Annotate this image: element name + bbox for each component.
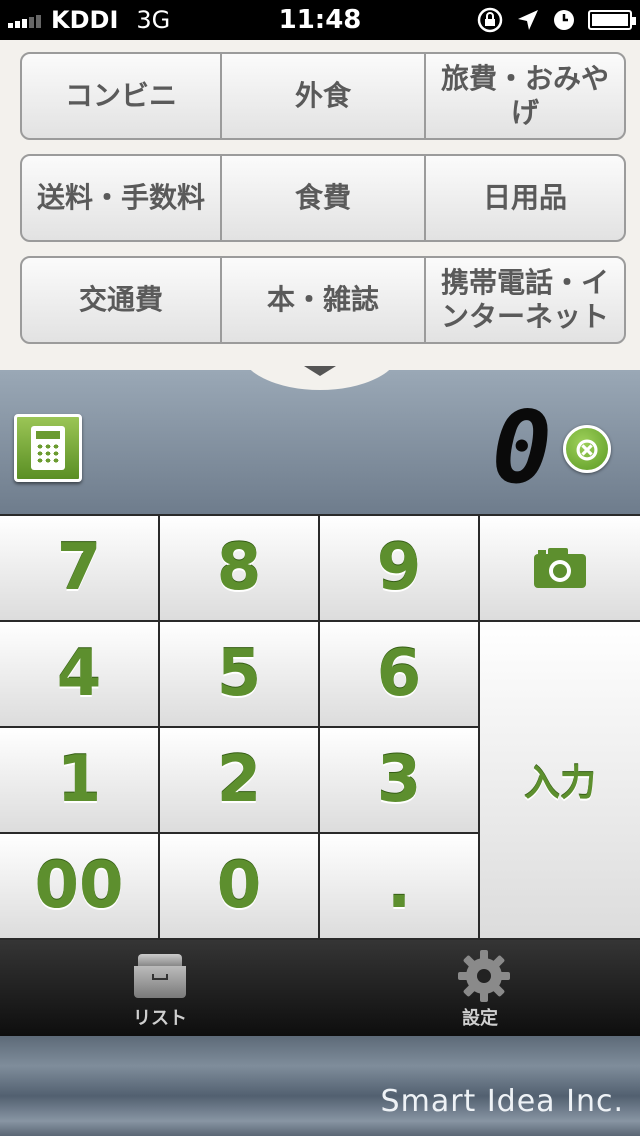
gear-icon	[458, 950, 510, 1002]
alarm-icon	[552, 8, 576, 32]
company-name: Smart Idea Inc.	[380, 1084, 624, 1119]
key-5[interactable]: 5	[160, 622, 318, 726]
key-2[interactable]: 2	[160, 728, 318, 832]
key-4[interactable]: 4	[0, 622, 158, 726]
tab-list-label: リスト	[133, 1008, 187, 1029]
key-6[interactable]: 6	[320, 622, 478, 726]
category-button-daily-goods[interactable]: 日用品	[426, 156, 624, 240]
clear-button[interactable]: ⊗	[563, 425, 611, 473]
key-0[interactable]: 0	[160, 834, 318, 938]
amount-value: 0	[491, 389, 552, 506]
key-00[interactable]: 00	[0, 834, 158, 938]
category-button-dining-out[interactable]: 外食	[222, 54, 426, 138]
tab-settings-label: 設定	[462, 1008, 498, 1029]
keypad: 7 8 9 4 5 6 1 2 3 00 0 . 入力	[0, 514, 640, 940]
calculator-icon[interactable]	[14, 414, 82, 482]
status-bar: KDDI 3G 11:48	[0, 0, 640, 40]
category-button-travel-souvenirs[interactable]: 旅費・おみやげ	[426, 54, 624, 138]
category-button-food[interactable]: 食費	[222, 156, 426, 240]
key-7[interactable]: 7	[0, 516, 158, 620]
footer-banner: Smart Idea Inc.	[0, 1036, 640, 1136]
category-button-shipping-fees[interactable]: 送料・手数料	[22, 156, 222, 240]
category-panel: コンビニ 外食 旅費・おみやげ 送料・手数料 食費 日用品 交通費 本・雑誌 携…	[0, 40, 640, 370]
key-decimal[interactable]: .	[320, 834, 478, 938]
category-row-1: コンビニ 外食 旅費・おみやげ	[20, 52, 626, 140]
drawer-icon	[134, 954, 186, 998]
tab-list[interactable]: リスト	[0, 940, 320, 1036]
tab-bar: リスト 設定	[0, 940, 640, 1036]
category-button-transportation[interactable]: 交通費	[22, 258, 222, 342]
category-button-convenience-store[interactable]: コンビニ	[22, 54, 222, 138]
location-icon	[516, 8, 540, 32]
key-3[interactable]: 3	[320, 728, 478, 832]
category-row-3: 交通費 本・雑誌 携帯電話・インターネット	[20, 256, 626, 344]
battery-icon	[588, 10, 636, 30]
key-9[interactable]: 9	[320, 516, 478, 620]
category-button-phone-internet[interactable]: 携帯電話・インターネット	[426, 258, 624, 342]
status-right	[464, 4, 636, 36]
tab-settings[interactable]: 設定	[320, 940, 640, 1036]
collapse-arrow-icon[interactable]	[304, 366, 336, 376]
amount-display: 0	[0, 370, 640, 515]
category-button-books-magazines[interactable]: 本・雑誌	[222, 258, 426, 342]
enter-button[interactable]: 入力	[480, 622, 640, 938]
category-row-2: 送料・手数料 食費 日用品	[20, 154, 626, 242]
key-8[interactable]: 8	[160, 516, 318, 620]
rotation-lock-icon	[476, 6, 504, 34]
camera-icon	[534, 548, 586, 588]
key-1[interactable]: 1	[0, 728, 158, 832]
camera-button[interactable]	[480, 516, 640, 620]
